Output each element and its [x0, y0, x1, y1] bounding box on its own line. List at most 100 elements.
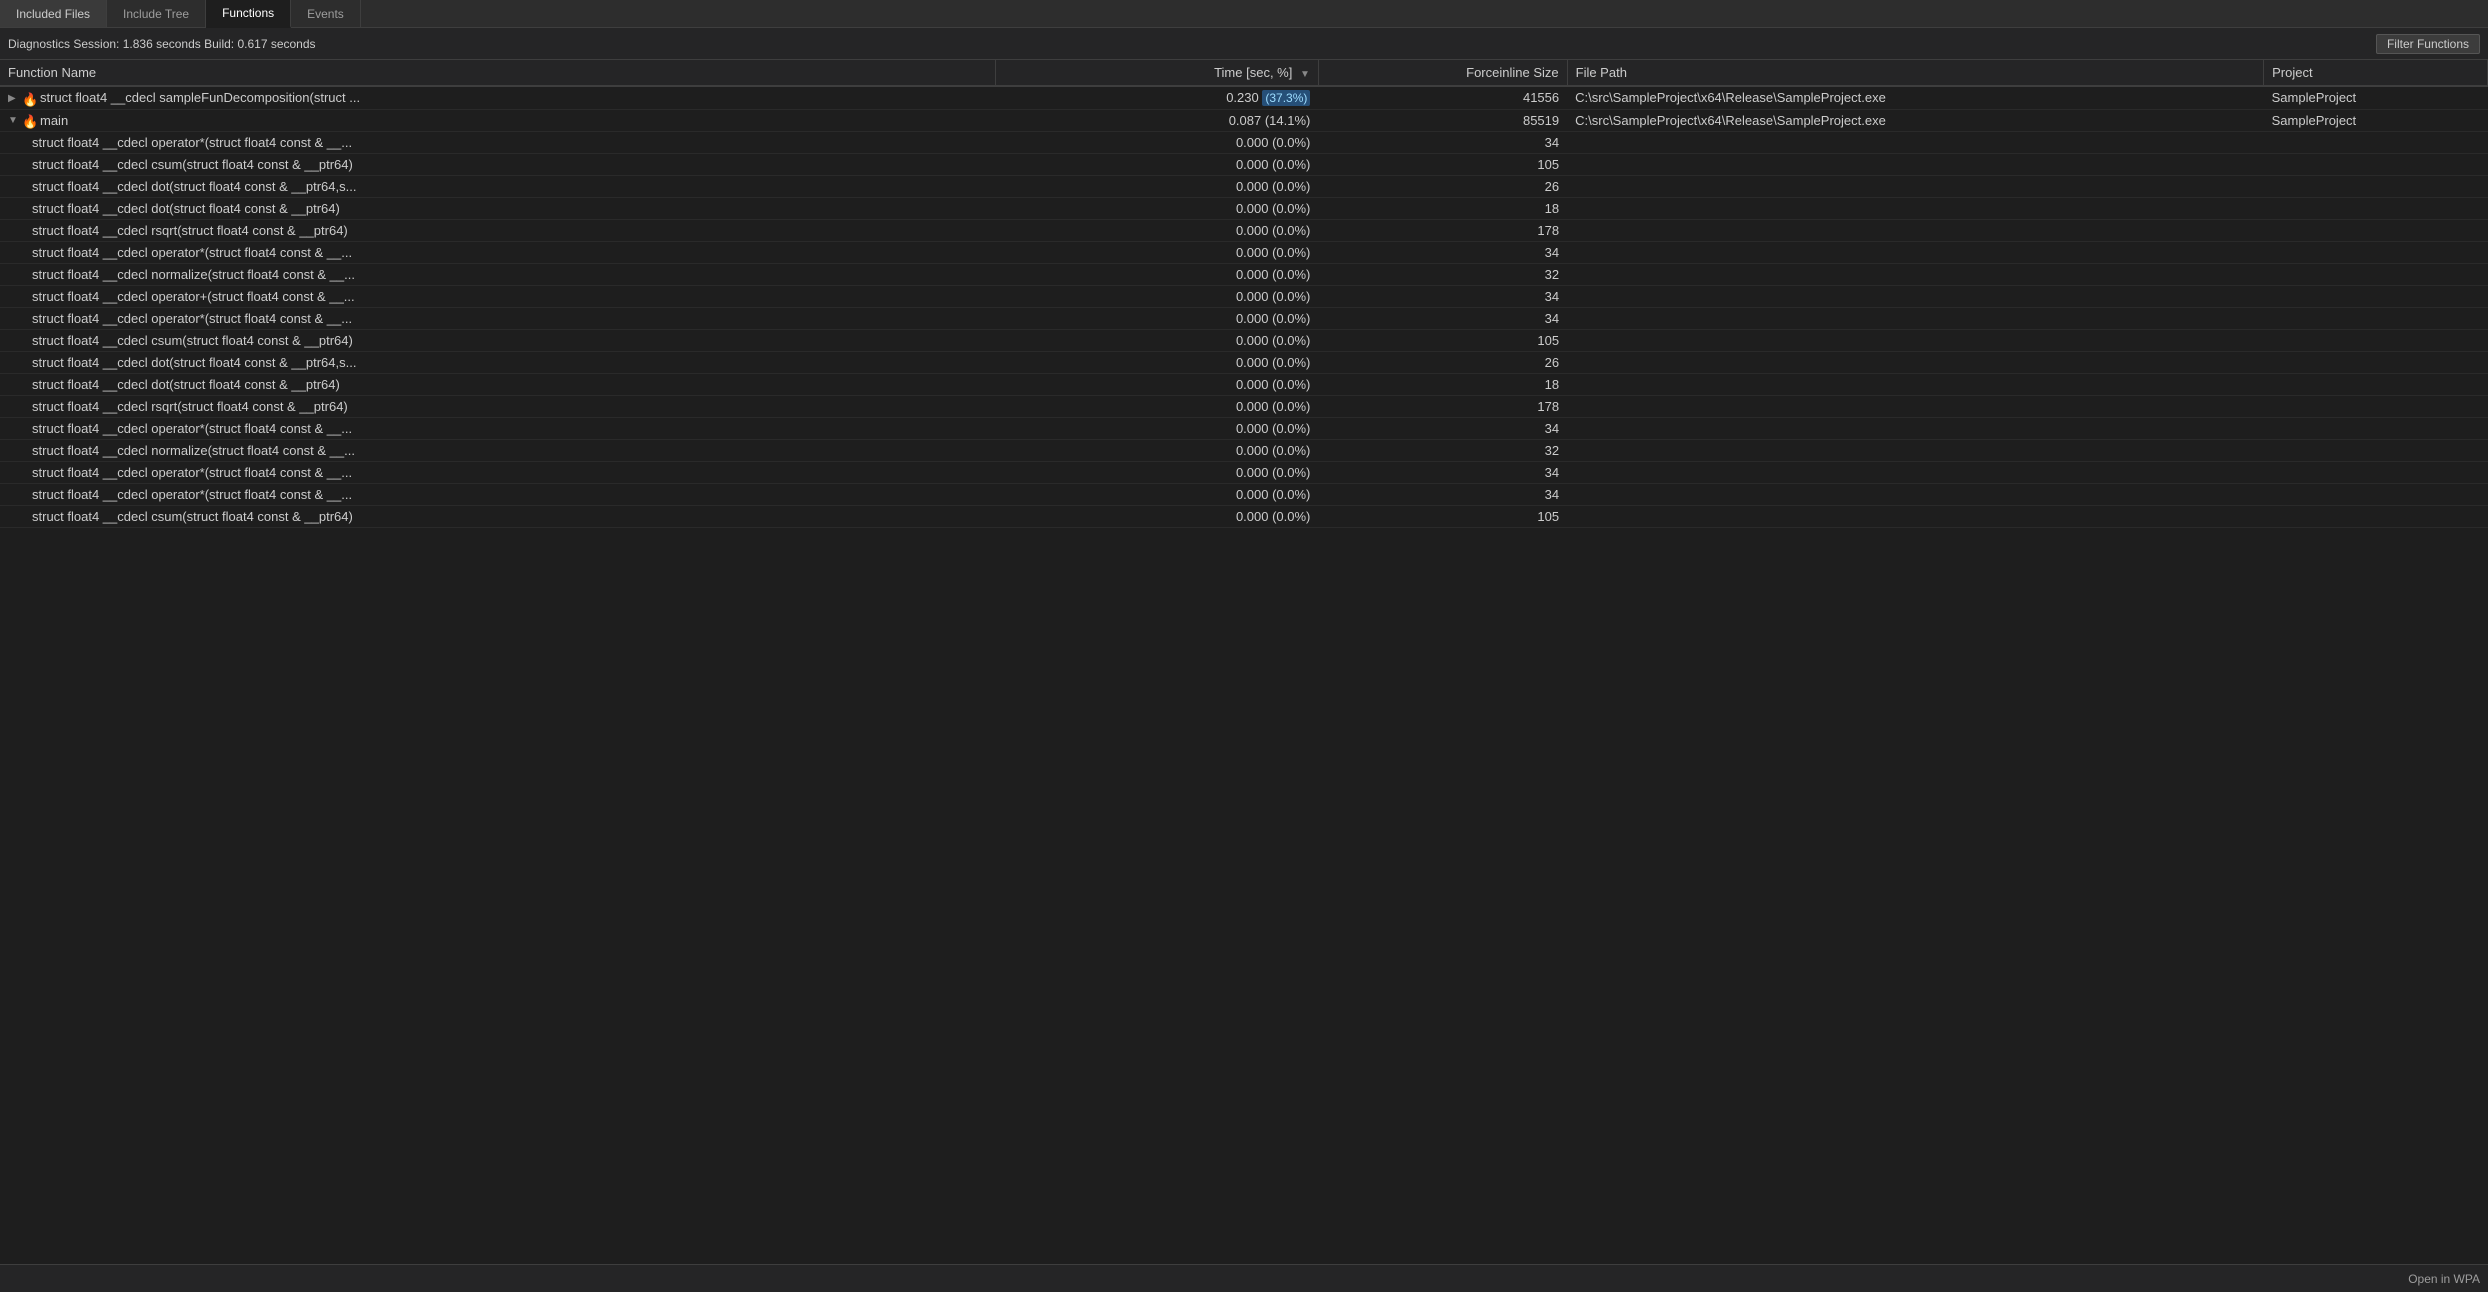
- cell-path-16: [1567, 440, 2264, 462]
- table-row[interactable]: struct float4 __cdecl csum(struct float4…: [0, 154, 2488, 176]
- cell-project-5: [2264, 198, 2488, 220]
- cell-inline-12: 26: [1318, 352, 1567, 374]
- col-header-time[interactable]: Time [sec, %] ▼: [995, 60, 1318, 86]
- fire-icon: 🔥: [22, 114, 36, 128]
- table-row[interactable]: struct float4 __cdecl operator*(struct f…: [0, 484, 2488, 506]
- cell-time-14: 0.000 (0.0%): [995, 396, 1318, 418]
- bottom-bar: Open in WPA: [0, 1264, 2488, 1292]
- cell-name-17: struct float4 __cdecl operator*(struct f…: [0, 462, 995, 484]
- table-row[interactable]: struct float4 __cdecl operator*(struct f…: [0, 132, 2488, 154]
- cell-name-13: struct float4 __cdecl dot(struct float4 …: [0, 374, 995, 396]
- cell-inline-11: 105: [1318, 330, 1567, 352]
- function-name: struct float4 __cdecl sampleFunDecomposi…: [40, 90, 360, 105]
- table-body: ▶🔥 struct float4 __cdecl sampleFunDecompo…: [0, 86, 2488, 528]
- cell-time-5: 0.000 (0.0%): [995, 198, 1318, 220]
- cell-inline-14: 178: [1318, 396, 1567, 418]
- cell-path-5: [1567, 198, 2264, 220]
- function-name: struct float4 __cdecl dot(struct float4 …: [32, 201, 340, 216]
- function-name: struct float4 __cdecl operator+(struct f…: [32, 289, 355, 304]
- cell-time-15: 0.000 (0.0%): [995, 418, 1318, 440]
- cell-path-14: [1567, 396, 2264, 418]
- cell-name-16: struct float4 __cdecl normalize(struct f…: [0, 440, 995, 462]
- cell-name-11: struct float4 __cdecl csum(struct float4…: [0, 330, 995, 352]
- cell-project-6: [2264, 220, 2488, 242]
- col-header-project: Project: [2264, 60, 2488, 86]
- table-row[interactable]: struct float4 __cdecl normalize(struct f…: [0, 440, 2488, 462]
- tab-functions[interactable]: Functions: [206, 0, 291, 28]
- table-row[interactable]: struct float4 __cdecl dot(struct float4 …: [0, 352, 2488, 374]
- cell-inline-13: 18: [1318, 374, 1567, 396]
- cell-project-7: [2264, 242, 2488, 264]
- cell-name-15: struct float4 __cdecl operator*(struct f…: [0, 418, 995, 440]
- collapse-icon[interactable]: ▼: [8, 115, 20, 127]
- cell-project-17: [2264, 462, 2488, 484]
- table-row[interactable]: struct float4 __cdecl normalize(struct f…: [0, 264, 2488, 286]
- table-row[interactable]: struct float4 __cdecl operator*(struct f…: [0, 242, 2488, 264]
- cell-path-9: [1567, 286, 2264, 308]
- cell-path-17: [1567, 462, 2264, 484]
- time-value: 0.230: [1226, 90, 1262, 105]
- function-name: struct float4 __cdecl operator*(struct f…: [32, 421, 352, 436]
- cell-time-1: 0.087 (14.1%): [995, 109, 1318, 132]
- cell-time-11: 0.000 (0.0%): [995, 330, 1318, 352]
- tab-included-files[interactable]: Included Files: [0, 0, 107, 27]
- cell-inline-10: 34: [1318, 308, 1567, 330]
- table-row[interactable]: struct float4 __cdecl csum(struct float4…: [0, 506, 2488, 528]
- cell-time-2: 0.000 (0.0%): [995, 132, 1318, 154]
- cell-time-8: 0.000 (0.0%): [995, 264, 1318, 286]
- tab-include-tree[interactable]: Include Tree: [107, 0, 206, 27]
- cell-path-11: [1567, 330, 2264, 352]
- cell-time-6: 0.000 (0.0%): [995, 220, 1318, 242]
- table-row[interactable]: ▼🔥main0.087 (14.1%)85519C:\src\SamplePro…: [0, 109, 2488, 132]
- cell-project-18: [2264, 484, 2488, 506]
- cell-inline-19: 105: [1318, 506, 1567, 528]
- cell-path-18: [1567, 484, 2264, 506]
- cell-name-12: struct float4 __cdecl dot(struct float4 …: [0, 352, 995, 374]
- table-row[interactable]: struct float4 __cdecl csum(struct float4…: [0, 330, 2488, 352]
- cell-time-19: 0.000 (0.0%): [995, 506, 1318, 528]
- open-wpa-button[interactable]: Open in WPA: [2408, 1272, 2480, 1286]
- cell-name-6: struct float4 __cdecl rsqrt(struct float…: [0, 220, 995, 242]
- cell-inline-5: 18: [1318, 198, 1567, 220]
- table-row[interactable]: struct float4 __cdecl dot(struct float4 …: [0, 198, 2488, 220]
- pct-badge: (37.3%): [1262, 90, 1310, 106]
- tab-events[interactable]: Events: [291, 0, 361, 27]
- cell-time-7: 0.000 (0.0%): [995, 242, 1318, 264]
- function-name: struct float4 __cdecl normalize(struct f…: [32, 443, 355, 458]
- cell-path-0: C:\src\SampleProject\x64\Release\SampleP…: [1567, 86, 2264, 109]
- table-header: Function Name Time [sec, %] ▼ Forceinlin…: [0, 60, 2488, 86]
- table-row[interactable]: ▶🔥struct float4 __cdecl sampleFunDecompo…: [0, 86, 2488, 109]
- function-name: struct float4 __cdecl csum(struct float4…: [32, 509, 353, 524]
- table-row[interactable]: struct float4 __cdecl dot(struct float4 …: [0, 374, 2488, 396]
- cell-inline-6: 178: [1318, 220, 1567, 242]
- function-name: struct float4 __cdecl dot(struct float4 …: [32, 377, 340, 392]
- cell-time-17: 0.000 (0.0%): [995, 462, 1318, 484]
- table-row[interactable]: struct float4 __cdecl rsqrt(struct float…: [0, 220, 2488, 242]
- table-row[interactable]: struct float4 __cdecl operator+(struct f…: [0, 286, 2488, 308]
- filter-functions-button[interactable]: Filter Functions: [2376, 34, 2480, 54]
- table-row[interactable]: struct float4 __cdecl operator*(struct f…: [0, 418, 2488, 440]
- cell-project-3: [2264, 154, 2488, 176]
- table-row[interactable]: struct float4 __cdecl rsqrt(struct float…: [0, 396, 2488, 418]
- cell-name-2: struct float4 __cdecl operator*(struct f…: [0, 132, 995, 154]
- cell-project-4: [2264, 176, 2488, 198]
- function-name: struct float4 __cdecl csum(struct float4…: [32, 157, 353, 172]
- cell-project-8: [2264, 264, 2488, 286]
- cell-project-9: [2264, 286, 2488, 308]
- function-name: struct float4 __cdecl csum(struct float4…: [32, 333, 353, 348]
- cell-name-10: struct float4 __cdecl operator*(struct f…: [0, 308, 995, 330]
- cell-project-16: [2264, 440, 2488, 462]
- cell-path-6: [1567, 220, 2264, 242]
- table-row[interactable]: struct float4 __cdecl dot(struct float4 …: [0, 176, 2488, 198]
- function-name: struct float4 __cdecl operator*(struct f…: [32, 245, 352, 260]
- function-name: struct float4 __cdecl operator*(struct f…: [32, 135, 352, 150]
- expand-icon[interactable]: ▶: [8, 93, 20, 105]
- sort-arrow-time: ▼: [1300, 69, 1310, 80]
- status-bar: Diagnostics Session: 1.836 seconds Build…: [0, 28, 2488, 60]
- function-name: struct float4 __cdecl normalize(struct f…: [32, 267, 355, 282]
- cell-time-12: 0.000 (0.0%): [995, 352, 1318, 374]
- table-row[interactable]: struct float4 __cdecl operator*(struct f…: [0, 308, 2488, 330]
- cell-project-10: [2264, 308, 2488, 330]
- cell-project-15: [2264, 418, 2488, 440]
- table-row[interactable]: struct float4 __cdecl operator*(struct f…: [0, 462, 2488, 484]
